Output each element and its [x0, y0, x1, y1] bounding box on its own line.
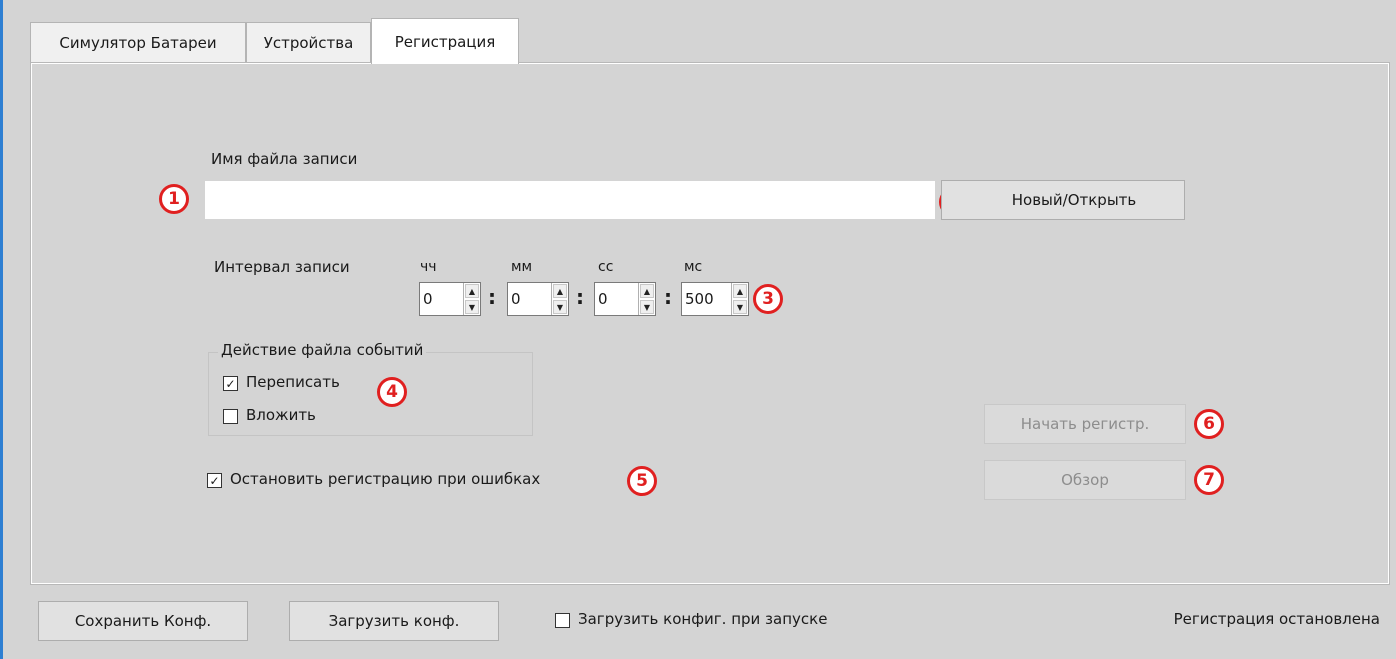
hours-spinner[interactable]: 0 ▲ ▼: [419, 282, 481, 316]
tab-registration[interactable]: Регистрация: [371, 18, 519, 64]
milliseconds-spinner[interactable]: 500 ▲ ▼: [681, 282, 749, 316]
tab-label: Устройства: [263, 33, 354, 52]
new-open-label: Новый/Открыть: [1011, 191, 1137, 209]
event-file-title: Действие файла событий: [218, 341, 427, 359]
annotation-badge-3: 3: [753, 284, 783, 314]
registration-panel: Имя файла записи 1 2 Новый/Открыть Интер…: [30, 62, 1390, 585]
spin-up-icon[interactable]: ▲: [553, 284, 567, 298]
filename-label: Имя файла записи: [211, 150, 358, 168]
tab-label: Регистрация: [394, 32, 496, 51]
unit-ss-label: сс: [598, 259, 614, 275]
load-config-button[interactable]: Загрузить конф.: [289, 601, 499, 641]
hours-value: 0: [423, 290, 433, 308]
time-separator: :: [664, 285, 672, 309]
unit-mm-label: мм: [511, 259, 533, 275]
minutes-value: 0: [511, 290, 521, 308]
spin-down-icon[interactable]: ▼: [465, 300, 479, 314]
spin-down-icon[interactable]: ▼: [733, 300, 747, 314]
overwrite-checkbox[interactable]: ✓: [223, 376, 238, 391]
annotation-badge-6: 6: [1194, 409, 1224, 439]
tab-battery-simulator[interactable]: Симулятор Батареи: [30, 22, 246, 62]
browse-button[interactable]: Обзор: [984, 460, 1186, 500]
start-registration-button[interactable]: Начать регистр.: [984, 404, 1186, 444]
append-label: Вложить: [246, 406, 316, 424]
save-config-button[interactable]: Сохранить Конф.: [38, 601, 248, 641]
spin-down-icon[interactable]: ▼: [553, 300, 567, 314]
time-separator: :: [488, 285, 496, 309]
checkmark-icon: ✓: [225, 376, 236, 391]
spin-up-icon[interactable]: ▲: [733, 284, 747, 298]
spin-down-icon[interactable]: ▼: [640, 300, 654, 314]
annotation-badge-5: 5: [627, 466, 657, 496]
spin-up-icon[interactable]: ▲: [465, 284, 479, 298]
append-checkbox[interactable]: [223, 409, 238, 424]
milliseconds-value: 500: [685, 290, 714, 308]
main-window: Симулятор Батареи Устройства Регистрация…: [3, 0, 1396, 659]
checkmark-icon: ✓: [209, 473, 220, 488]
seconds-value: 0: [598, 290, 608, 308]
seconds-spinner[interactable]: 0 ▲ ▼: [594, 282, 656, 316]
load-on-start-checkbox[interactable]: [555, 613, 570, 628]
stop-on-errors-label: Остановить регистрацию при ошибках: [230, 470, 541, 488]
status-text: Регистрация остановлена: [1173, 610, 1380, 628]
overwrite-label: Переписать: [246, 373, 340, 391]
stop-on-errors-checkbox[interactable]: ✓: [207, 473, 222, 488]
time-separator: :: [576, 285, 584, 309]
load-on-start-label: Загрузить конфиг. при запуске: [578, 610, 828, 628]
interval-label: Интервал записи: [214, 258, 350, 276]
annotation-badge-1: 1: [159, 184, 189, 214]
minutes-spinner[interactable]: 0 ▲ ▼: [507, 282, 569, 316]
unit-ms-label: мс: [684, 259, 703, 275]
annotation-badge-4: 4: [377, 377, 407, 407]
spin-up-icon[interactable]: ▲: [640, 284, 654, 298]
new-open-button[interactable]: Новый/Открыть: [941, 180, 1185, 220]
filename-input[interactable]: [205, 181, 935, 219]
unit-hh-label: чч: [420, 259, 437, 275]
annotation-badge-7: 7: [1194, 465, 1224, 495]
tab-devices[interactable]: Устройства: [246, 22, 371, 62]
tab-label: Симулятор Батареи: [59, 33, 217, 52]
